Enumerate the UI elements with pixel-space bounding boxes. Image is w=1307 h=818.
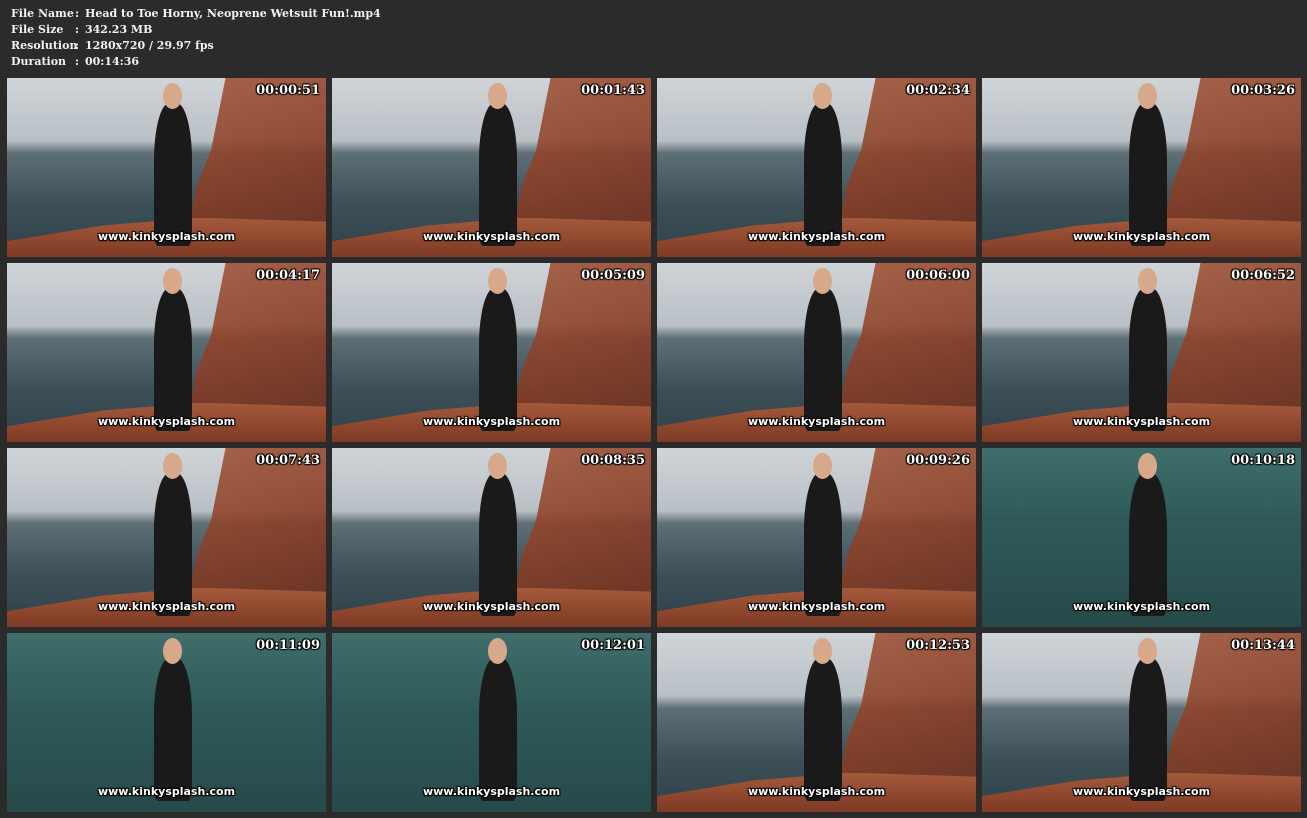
person-head [813,453,833,479]
thumbnail-timestamp: 00:05:09 [581,268,645,283]
person-head [1138,268,1158,294]
resolution-label: Resolution [11,39,78,52]
watermark: www.kinkysplash.com [422,415,561,428]
person-silhouette [153,453,192,617]
thumbnail-timestamp: 00:03:26 [1231,83,1295,98]
thumbnail-timestamp: 00:02:34 [906,83,970,98]
video-thumbnail[interactable]: 00:00:51 www.kinkysplash.com [7,78,326,257]
person-head [1138,638,1158,664]
thumbnail-timestamp: 00:12:01 [581,638,645,653]
watermark: www.kinkysplash.com [1072,415,1211,428]
thumbnail-timestamp: 00:12:53 [906,638,970,653]
thumbnail-timestamp: 00:01:43 [581,83,645,98]
watermark: www.kinkysplash.com [97,600,236,613]
watermark: www.kinkysplash.com [1072,600,1211,613]
duration-row: Duration : 00:14:36 [11,54,381,70]
file-info-panel: File Name : Head to Toe Horny, Neoprene … [11,6,381,70]
person-silhouette [478,453,517,617]
person-silhouette [1128,83,1167,247]
video-thumbnail[interactable]: 00:01:43 www.kinkysplash.com [332,78,651,257]
person-head [488,638,508,664]
watermark: www.kinkysplash.com [747,415,886,428]
separator: : [75,55,80,68]
video-thumbnail[interactable]: 00:11:09 www.kinkysplash.com [7,633,326,812]
watermark: www.kinkysplash.com [747,600,886,613]
thumbnail-timestamp: 00:06:52 [1231,268,1295,283]
watermark: www.kinkysplash.com [422,785,561,798]
video-thumbnail[interactable]: 00:04:17 www.kinkysplash.com [7,263,326,442]
separator: : [75,23,80,36]
person-head [813,83,833,109]
person-silhouette [803,83,842,247]
file-name-value: Head to Toe Horny, Neoprene Wetsuit Fun!… [85,7,381,20]
video-thumbnail[interactable]: 00:02:34 www.kinkysplash.com [657,78,976,257]
person-head [488,83,508,109]
thumbnail-timestamp: 00:07:43 [256,453,320,468]
video-thumbnail[interactable]: 00:13:44 www.kinkysplash.com [982,633,1301,812]
thumbnail-timestamp: 00:10:18 [1231,453,1295,468]
watermark: www.kinkysplash.com [97,785,236,798]
person-silhouette [153,83,192,247]
watermark: www.kinkysplash.com [747,230,886,243]
person-silhouette [803,638,842,802]
file-name-label: File Name [11,7,74,20]
person-head [163,268,183,294]
video-thumbnail[interactable]: 00:10:18 www.kinkysplash.com [982,448,1301,627]
separator: : [75,7,80,20]
watermark: www.kinkysplash.com [97,230,236,243]
person-silhouette [803,453,842,617]
person-silhouette [1128,453,1167,617]
watermark: www.kinkysplash.com [747,785,886,798]
video-thumbnail[interactable]: 00:05:09 www.kinkysplash.com [332,263,651,442]
thumbnail-timestamp: 00:06:00 [906,268,970,283]
person-head [163,83,183,109]
file-size-value: 342.23 MB [85,23,153,36]
video-thumbnail[interactable]: 00:09:26 www.kinkysplash.com [657,448,976,627]
video-thumbnail[interactable]: 00:07:43 www.kinkysplash.com [7,448,326,627]
file-size-row: File Size : 342.23 MB [11,22,381,38]
watermark: www.kinkysplash.com [422,230,561,243]
watermark: www.kinkysplash.com [1072,785,1211,798]
video-thumbnail[interactable]: 00:06:52 www.kinkysplash.com [982,263,1301,442]
person-head [163,453,183,479]
file-name-row: File Name : Head to Toe Horny, Neoprene … [11,6,381,22]
person-head [1138,83,1158,109]
person-head [488,268,508,294]
person-head [813,268,833,294]
person-silhouette [1128,268,1167,432]
resolution-value: 1280x720 / 29.97 fps [85,39,214,52]
person-silhouette [478,638,517,802]
person-silhouette [478,268,517,432]
separator: : [75,39,80,52]
person-silhouette [153,638,192,802]
video-thumbnail[interactable]: 00:08:35 www.kinkysplash.com [332,448,651,627]
thumbnail-timestamp: 00:00:51 [256,83,320,98]
duration-value: 00:14:36 [85,55,140,68]
person-head [488,453,508,479]
person-silhouette [803,268,842,432]
thumbnail-timestamp: 00:11:09 [256,638,320,653]
thumbnail-timestamp: 00:13:44 [1231,638,1295,653]
person-silhouette [478,83,517,247]
file-size-label: File Size [11,23,64,36]
watermark: www.kinkysplash.com [422,600,561,613]
video-thumbnail[interactable]: 00:06:00 www.kinkysplash.com [657,263,976,442]
thumbnail-timestamp: 00:08:35 [581,453,645,468]
person-head [813,638,833,664]
video-thumbnail[interactable]: 00:12:53 www.kinkysplash.com [657,633,976,812]
video-thumbnail[interactable]: 00:12:01 www.kinkysplash.com [332,633,651,812]
watermark: www.kinkysplash.com [1072,230,1211,243]
person-silhouette [1128,638,1167,802]
resolution-row: Resolution : 1280x720 / 29.97 fps [11,38,381,54]
thumbnail-timestamp: 00:09:26 [906,453,970,468]
person-silhouette [153,268,192,432]
thumbnail-timestamp: 00:04:17 [256,268,320,283]
watermark: www.kinkysplash.com [97,415,236,428]
duration-label: Duration [11,55,67,68]
video-thumbnail[interactable]: 00:03:26 www.kinkysplash.com [982,78,1301,257]
thumbnail-grid: 00:00:51 www.kinkysplash.com 00:01:43 www.k… [7,78,1301,812]
person-head [1138,453,1158,479]
person-head [163,638,183,664]
